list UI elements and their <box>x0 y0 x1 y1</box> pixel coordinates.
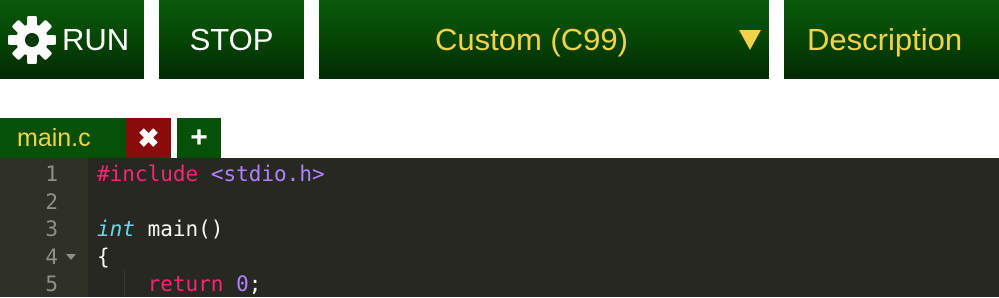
run-button[interactable]: RUN <box>0 0 144 79</box>
language-select[interactable]: Custom (C99) <box>319 0 769 79</box>
add-tab-button[interactable]: + <box>177 118 221 158</box>
line-number: 1 <box>45 162 58 186</box>
code-token: ; <box>248 272 262 296</box>
tab-file-name: main.c <box>17 124 91 152</box>
code-token: main() <box>134 217 224 241</box>
code-token: 0 <box>236 272 249 296</box>
dropdown-arrow-icon <box>739 30 761 50</box>
toolbar: RUN STOP Custom (C99) Description <box>0 0 999 79</box>
code-token: { <box>97 244 110 269</box>
code-text: #include <stdio.h> <box>97 162 325 186</box>
line-number: 4 <box>45 244 58 269</box>
language-selected-label: Custom (C99) <box>435 22 628 57</box>
stop-button[interactable]: STOP <box>159 0 304 79</box>
code-token: #include <box>97 162 199 186</box>
code-token: <stdio.h> <box>210 162 325 186</box>
fold-arrow-icon[interactable] <box>66 253 76 260</box>
code-text: { <box>97 245 110 269</box>
code-text: int main() <box>97 217 223 241</box>
code-text: return 0; <box>97 272 262 296</box>
description-button[interactable]: Description <box>784 0 999 79</box>
code-line: 5 return 0; <box>0 270 999 298</box>
stop-label: STOP <box>189 21 274 57</box>
line-number: 2 <box>45 189 58 214</box>
code-token: int <box>97 217 135 241</box>
description-label: Description <box>807 22 963 57</box>
tab-main-c[interactable]: main.c <box>0 118 126 158</box>
code-line: 2 <box>0 188 999 216</box>
code-token: return <box>147 272 224 296</box>
code-line: 4{ <box>0 243 999 271</box>
close-tab-button[interactable]: ✖ <box>126 118 171 158</box>
run-label: RUN <box>62 22 130 57</box>
code-editor[interactable]: 1 #include <stdio.h> 2 3 int main() 4{5 retur… <box>0 158 999 297</box>
line-number: 5 <box>45 272 58 296</box>
close-icon: ✖ <box>137 122 160 153</box>
line-number: 3 <box>45 217 58 241</box>
code-line: 1 #include <stdio.h> <box>0 160 999 188</box>
plus-icon: + <box>190 121 208 154</box>
code-line: 3 int main() <box>0 215 999 243</box>
file-tabs: main.c ✖ + <box>0 118 999 158</box>
gear-icon <box>8 16 56 64</box>
